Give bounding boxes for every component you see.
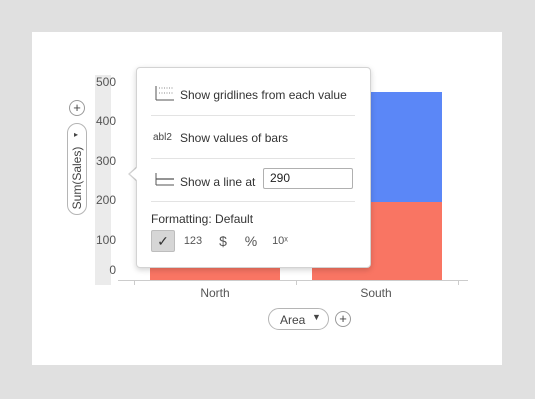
formatting-row: Formatting: Default [151,212,253,226]
add-y-axis-button[interactable]: + [69,100,85,116]
x-axis-selector[interactable]: Area ▼ [268,308,329,330]
x-axis-label: Area [280,313,306,327]
x-axis-line [118,280,468,281]
y-tick-label: 100 [95,233,116,247]
formatting-value: Default [215,212,254,226]
formatting-label: Formatting: [151,212,212,226]
y-axis-selector[interactable]: ▸ Sum(Sales) [67,123,87,215]
scientific-format-button[interactable]: 10ˣ [267,230,293,252]
number-format-button[interactable]: 123 [181,230,205,252]
x-tick-label-south: South [360,286,392,300]
y-axis-scale-area[interactable] [95,75,111,285]
popup-pointer-inner [130,167,138,181]
show-line-option[interactable]: Show a line at [180,175,255,189]
caret-right-icon: ▸ [74,130,79,139]
add-x-axis-button[interactable]: + [335,311,351,327]
currency-format-button[interactable]: $ [211,230,235,252]
x-axis-tick [134,280,135,285]
x-axis-tick [296,280,297,285]
values-icon: abl2 [153,132,172,143]
show-values-option[interactable]: Show values of bars [180,131,288,145]
axis-options-popup: Show gridlines from each value abl2 Show… [136,67,371,268]
show-gridlines-option[interactable]: Show gridlines from each value [180,88,347,102]
separator [151,115,355,116]
y-tick-label: 500 [95,75,116,89]
caret-down-icon: ▼ [312,312,321,322]
percent-format-button[interactable]: % [239,230,263,252]
y-axis-label: Sum(Sales) [70,146,84,210]
line-marker-icon [155,173,174,186]
x-tick-label-north: North [200,286,230,300]
default-format-button[interactable]: ✓ [151,230,175,252]
gridlines-icon [155,86,174,101]
separator [151,201,355,202]
x-axis-tick [458,280,459,285]
separator [151,158,355,159]
y-tick-label: 0 [109,263,116,277]
bar-north-segment-1[interactable] [150,266,280,280]
line-value-input[interactable]: 290 [263,168,353,189]
